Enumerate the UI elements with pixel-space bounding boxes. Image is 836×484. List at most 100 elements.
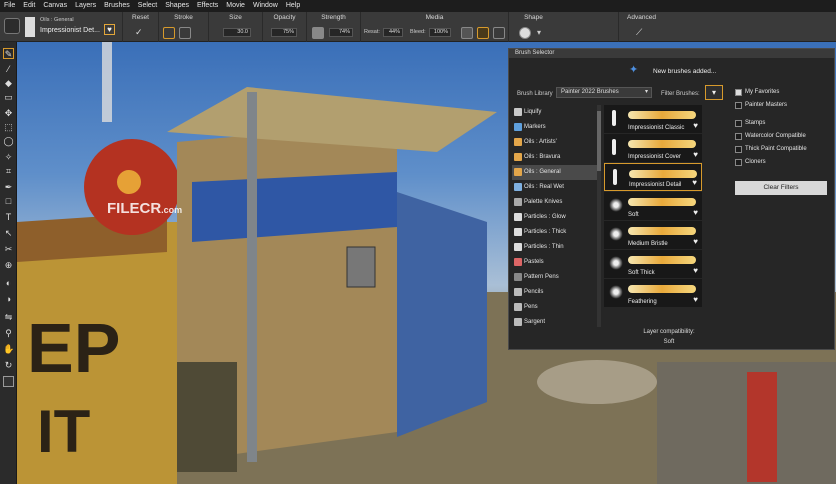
category-item[interactable]: Oils : Artists' [512, 135, 598, 150]
advanced-controls-icon[interactable]: ⟋ [636, 27, 648, 39]
category-item[interactable]: Oils : Bravura [512, 150, 598, 165]
filter-option[interactable]: Watercolor Compatible [735, 132, 806, 141]
menu-item-layers[interactable]: Layers [71, 0, 100, 12]
menu-item-window[interactable]: Window [249, 0, 282, 12]
freehand-stroke-icon[interactable] [163, 27, 175, 39]
eraser-tool-icon[interactable]: ▭ [3, 92, 14, 103]
favorite-heart-icon[interactable]: ♥ [693, 150, 698, 159]
favorite-heart-icon[interactable]: ♥ [693, 237, 698, 246]
selection-tool-icon[interactable]: ⬚ [3, 122, 14, 133]
paper-icon[interactable] [461, 27, 473, 39]
brush-variant-item[interactable]: Soft ♥ [604, 192, 702, 220]
opacity-field[interactable]: 75% [271, 28, 297, 37]
stroke-section: Stroke [158, 12, 208, 42]
filter-option[interactable]: Stamps [735, 119, 765, 128]
transform-tool-icon[interactable]: ✥ [3, 108, 14, 119]
category-item[interactable]: Markers [512, 120, 598, 135]
resat-field[interactable]: 44% [383, 28, 403, 37]
magic-wand-icon[interactable]: ✧ [3, 152, 14, 163]
rotate-page-icon[interactable]: ↻ [3, 360, 14, 371]
favorite-heart-icon[interactable]: ♥ [104, 24, 115, 35]
menu-item-canvas[interactable]: Canvas [39, 0, 71, 12]
crop-tool-icon[interactable]: ⌗ [3, 166, 14, 177]
reset-brush-icon[interactable]: ✓ [135, 27, 147, 39]
checkbox-icon[interactable] [735, 159, 742, 166]
menu-item-edit[interactable]: Edit [19, 0, 39, 12]
menu-item-select[interactable]: Select [134, 0, 161, 12]
filter-option[interactable]: Thick Paint Compatible [735, 145, 807, 154]
category-item[interactable]: Oils : Real Wet [512, 180, 598, 195]
clear-filters-button[interactable]: Clear Filters [735, 181, 827, 195]
menu-item-effects[interactable]: Effects [193, 0, 222, 12]
brush-variant-item[interactable]: Feathering ♥ [604, 279, 702, 307]
favorite-heart-icon[interactable]: ♥ [693, 208, 698, 217]
dropper-tool-icon[interactable]: ⁄ [3, 64, 14, 75]
brush-icon[interactable] [4, 18, 20, 34]
menu-item-shapes[interactable]: Shapes [161, 0, 193, 12]
category-item[interactable]: Particles : Glow [512, 210, 598, 225]
straight-line-icon[interactable] [179, 27, 191, 39]
filter-option[interactable]: Painter Masters [735, 101, 787, 110]
dab-shape-icon[interactable] [519, 27, 531, 39]
menu-item-brushes[interactable]: Brushes [100, 0, 134, 12]
checkbox-icon[interactable] [735, 146, 742, 153]
category-item[interactable]: Sargent [512, 315, 598, 327]
brush-variant-item[interactable]: Medium Bristle ♥ [604, 221, 702, 249]
category-scrollbar[interactable] [597, 105, 601, 327]
variant-thumbnail[interactable] [25, 17, 35, 37]
brush-variant-item[interactable]: Impressionist Detail ♥ [604, 163, 702, 191]
media-mode-icon[interactable] [493, 27, 505, 39]
category-item[interactable]: Liquify [512, 105, 598, 120]
menu-item-file[interactable]: File [0, 0, 19, 12]
favorite-heart-icon[interactable]: ♥ [693, 266, 698, 275]
category-item[interactable]: Particles : Thin [512, 240, 598, 255]
dirty-mode-icon[interactable] [477, 27, 489, 39]
text-tool-icon[interactable]: T [3, 212, 14, 223]
mirror-tool-icon[interactable]: ⇋ [3, 312, 14, 323]
brush-variant-label[interactable]: Impressionist Det... [40, 27, 100, 34]
menu-item-movie[interactable]: Movie [222, 0, 249, 12]
brush-variant-item[interactable]: Impressionist Classic ♥ [604, 105, 702, 133]
cloner-tool-icon[interactable]: ✂ [3, 244, 14, 255]
pen-tool-icon[interactable]: ✒ [3, 182, 14, 193]
category-item[interactable]: Pattern Pens [512, 270, 598, 285]
rectangle-tool-icon[interactable]: □ [3, 196, 14, 207]
shape-select-icon[interactable]: ↖ [3, 228, 14, 239]
brush-library-dropdown[interactable]: Painter 2022 Brushes ▾ [556, 87, 652, 98]
strength-field[interactable]: 74% [329, 28, 353, 37]
favorite-heart-icon[interactable]: ♥ [692, 178, 697, 187]
size-field[interactable]: 30.0 [223, 28, 251, 37]
category-item[interactable]: Particles : Thick [512, 225, 598, 240]
stroke-options-icon[interactable] [195, 27, 207, 39]
strength-texture-icon[interactable] [312, 27, 324, 39]
dab-profile-icon[interactable]: ▾ [537, 27, 549, 39]
filter-option[interactable]: My Favorites [735, 88, 779, 97]
grabber-hand-icon[interactable]: ✋ [3, 344, 14, 355]
checkbox-icon[interactable] [735, 133, 742, 140]
category-item[interactable]: Palette Knives [512, 195, 598, 210]
rubber-stamp-icon[interactable]: ⊕ [3, 260, 14, 271]
paint-bucket-icon[interactable]: ◆ [3, 78, 14, 89]
checked-checkbox-icon[interactable] [735, 89, 742, 96]
brush-tool-icon[interactable]: ✎ [3, 48, 14, 59]
checkbox-icon[interactable] [735, 102, 742, 109]
burn-tool-icon[interactable]: ◑ [3, 294, 14, 305]
category-item[interactable]: Pencils [512, 285, 598, 300]
color-swatch-icon[interactable] [3, 376, 14, 387]
magnifier-icon[interactable]: ⚲ [3, 328, 14, 339]
filter-icon[interactable]: ▾ [705, 85, 723, 100]
checkbox-icon[interactable] [735, 120, 742, 127]
category-item[interactable]: Pens [512, 300, 598, 315]
dodge-tool-icon[interactable]: ◐ [3, 278, 14, 289]
menu-item-help[interactable]: Help [282, 0, 304, 12]
brush-variant-item[interactable]: Impressionist Cover ♥ [604, 134, 702, 162]
variant-label: Soft [628, 212, 639, 218]
favorite-heart-icon[interactable]: ♥ [693, 121, 698, 130]
brush-variant-item[interactable]: Soft Thick ♥ [604, 250, 702, 278]
bleed-field[interactable]: 100% [429, 28, 451, 37]
lasso-tool-icon[interactable]: ◯ [3, 136, 14, 147]
filter-option[interactable]: Cloners [735, 158, 766, 167]
favorite-heart-icon[interactable]: ♥ [693, 295, 698, 304]
category-item[interactable]: Oils : General [512, 165, 598, 180]
category-item[interactable]: Pastels [512, 255, 598, 270]
